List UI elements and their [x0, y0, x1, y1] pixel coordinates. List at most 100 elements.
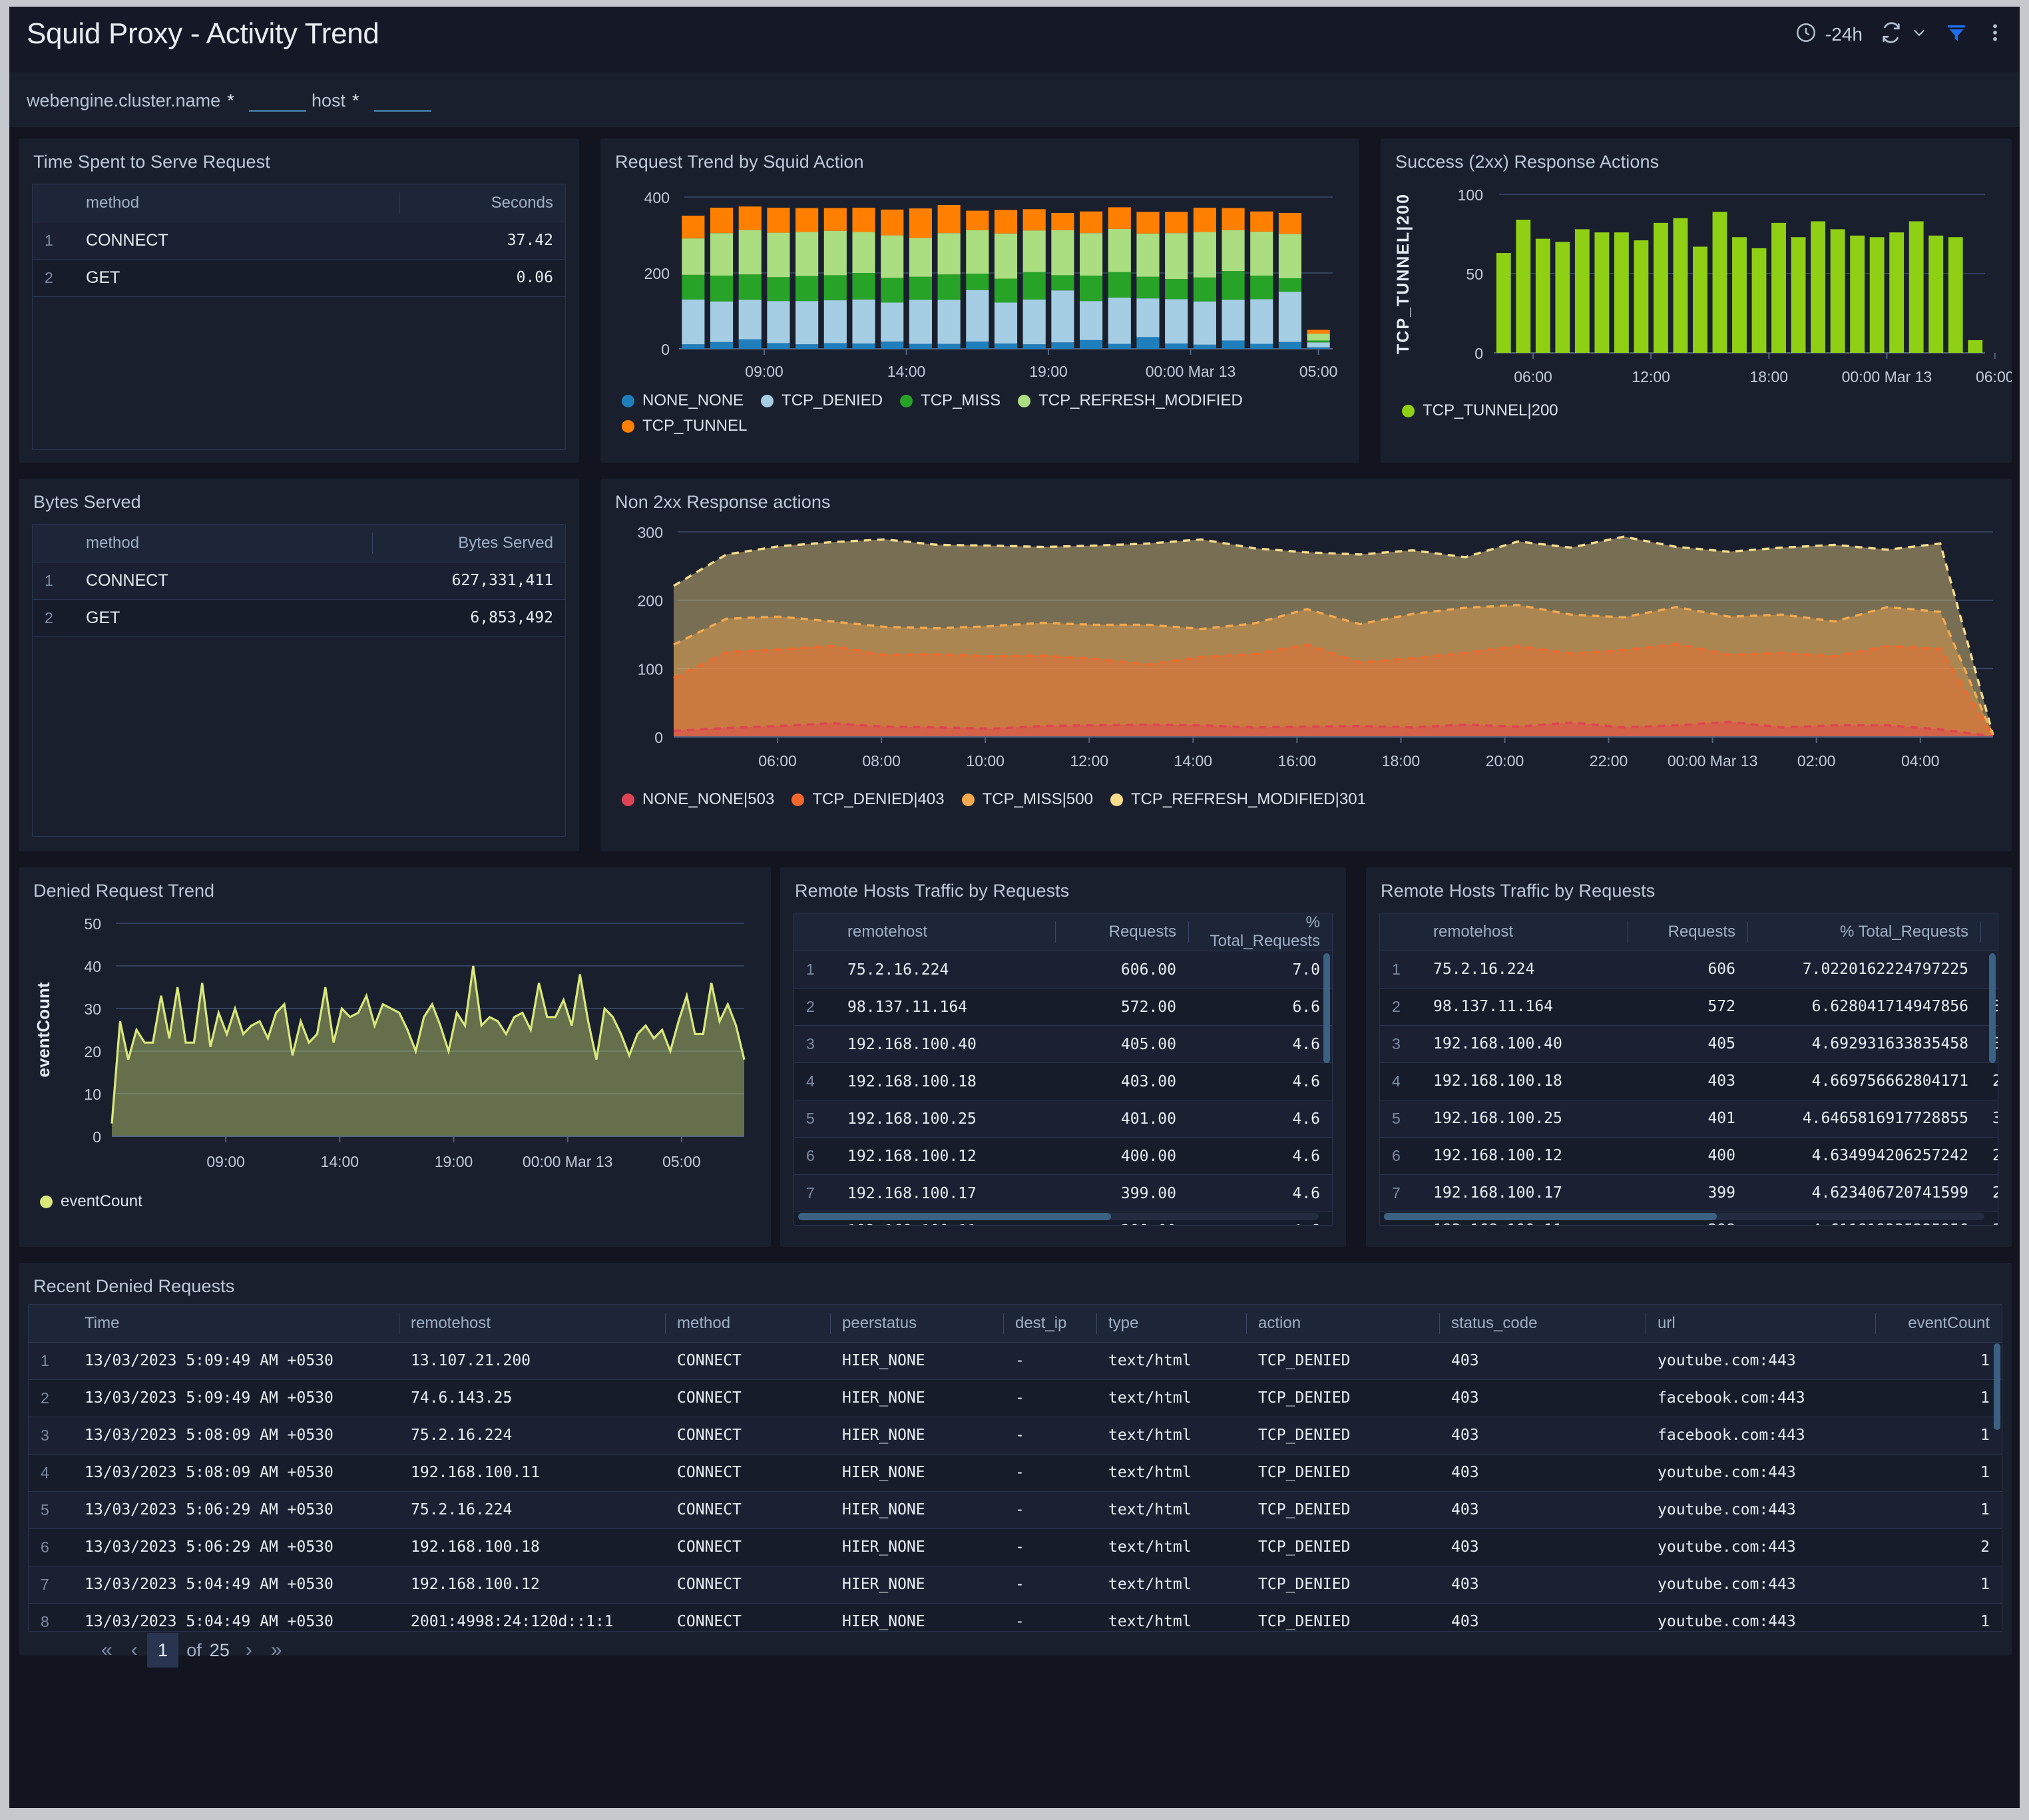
svg-text:00:00 Mar 13: 00:00 Mar 13 — [1146, 363, 1236, 380]
cell-type: text/html — [1096, 1566, 1246, 1604]
filter-cluster-name-input[interactable] — [248, 91, 306, 112]
vertical-scrollbar[interactable] — [1994, 1343, 2000, 1430]
table-row[interactable]: 7192.168.100.173994.62340672074159929 — [1380, 1174, 1998, 1212]
horizontal-scrollbar[interactable] — [1384, 1213, 1717, 1220]
non-2xx-chart[interactable]: 0 100 200 300 06:00 08:00 10:00 12:00 14:00 16:00… — [600, 517, 2012, 784]
legend-item[interactable]: NONE_NONE — [622, 391, 744, 410]
legend-color-dot — [791, 793, 805, 806]
last-page-button[interactable]: » — [262, 1636, 292, 1664]
time-range-button[interactable]: -24h — [1795, 21, 1863, 47]
table-row[interactable]: 2 13/03/2023 5:09:49 AM +0530 74.6.143.25 C… — [29, 1379, 2002, 1417]
legend-item[interactable]: TCP_TUNNEL — [622, 417, 747, 435]
more-options-button[interactable] — [1985, 21, 2005, 47]
column-header-status-code[interactable]: status_code — [1439, 1305, 1646, 1343]
filter-cluster-name[interactable]: webengine.cluster.name * — [27, 91, 306, 112]
table-row[interactable]: 298.137.11.1645726.6280417149478563 — [1380, 988, 1998, 1026]
column-header-url[interactable]: url — [1646, 1305, 1875, 1343]
table-row[interactable]: 2 GET 6,853,492 — [33, 599, 565, 637]
column-header-method[interactable]: method — [74, 184, 399, 222]
cell-action: TCP_DENIED — [1246, 1379, 1439, 1417]
table-row[interactable]: 1 CONNECT 627,331,411 — [33, 562, 565, 600]
column-header-bytes-served[interactable]: Bytes Served — [372, 525, 565, 563]
column-header-method[interactable]: method — [74, 525, 372, 563]
prev-page-button[interactable]: ‹ — [122, 1636, 147, 1664]
table-row[interactable]: 7 13/03/2023 5:04:49 AM +0530 192.168.100.… — [29, 1566, 2002, 1604]
column-header-seconds[interactable]: Seconds — [399, 184, 565, 222]
table-row[interactable]: 6 13/03/2023 5:06:29 AM +0530 192.168.100.… — [29, 1528, 2002, 1566]
cell-time: 13/03/2023 5:09:49 AM +0530 — [73, 1342, 399, 1380]
table-row[interactable]: 2 GET 0.06 — [33, 259, 565, 297]
svg-text:09:00: 09:00 — [206, 1153, 245, 1170]
panel-title: Remote Hosts Traffic by Requests — [795, 881, 1070, 901]
column-header-time[interactable]: Time — [73, 1305, 399, 1343]
vertical-scrollbar[interactable] — [1323, 953, 1330, 1063]
svg-text:05:00: 05:00 — [662, 1153, 701, 1170]
table-row[interactable]: 4 13/03/2023 5:08:09 AM +0530 192.168.100.… — [29, 1454, 2002, 1492]
table-row[interactable]: 3192.168.100.404054.69293163383545839 — [1380, 1025, 1998, 1063]
refresh-button[interactable] — [1880, 21, 1928, 47]
column-header-remotehost[interactable]: remotehost — [1421, 913, 1628, 951]
legend-item[interactable]: TCP_TUNNEL|200 — [1402, 401, 1558, 420]
column-header-pct-total-requests[interactable]: % Total_Requests — [1747, 913, 1980, 951]
legend-item[interactable]: NONE_NONE|503 — [622, 790, 774, 809]
row-index-header — [33, 184, 74, 222]
column-header-pct-total-requests[interactable]: % Total_Requests — [1188, 913, 1332, 951]
total-pages-value: 25 — [209, 1640, 230, 1660]
column-header-overflow[interactable] — [1980, 913, 1998, 951]
row-index: 2 — [33, 599, 74, 637]
column-header-remotehost[interactable]: remotehost — [399, 1305, 665, 1343]
svg-text:30: 30 — [84, 1001, 101, 1018]
legend-item[interactable]: eventCount — [40, 1192, 142, 1211]
column-header-action[interactable]: action — [1246, 1305, 1439, 1343]
table-row[interactable]: 1 75.2.16.224 606.00 7.0 — [794, 951, 1332, 989]
table-row[interactable]: 1 75.2.16.224 606 7.0220162224797225 — [1380, 951, 1998, 989]
next-page-button[interactable]: › — [236, 1636, 262, 1664]
column-header-peerstatus[interactable]: peerstatus — [830, 1305, 1003, 1343]
table-row[interactable]: 4 192.168.100.18 403.00 4.6 — [794, 1062, 1332, 1100]
column-header-requests[interactable]: Requests — [1628, 913, 1747, 951]
cell-requests: 401 — [1628, 1100, 1747, 1138]
legend-item[interactable]: TCP_REFRESH_MODIFIED|301 — [1110, 790, 1366, 809]
vertical-scrollbar[interactable] — [1989, 953, 1996, 1063]
table-row[interactable]: 8 13/03/2023 5:04:49 AM +0530 2001:4998:24… — [29, 1603, 2002, 1631]
cell-action: TCP_DENIED — [1246, 1603, 1439, 1631]
legend-item[interactable]: TCP_REFRESH_MODIFIED — [1018, 391, 1243, 410]
cell-eventcount: 1 — [1875, 1454, 2002, 1492]
table-row[interactable]: 3 192.168.100.40 405.00 4.6 — [794, 1025, 1332, 1063]
column-header-type[interactable]: type — [1096, 1305, 1246, 1343]
row-index: 1 — [33, 562, 74, 600]
legend-item[interactable]: TCP_DENIED — [761, 391, 883, 410]
legend-item[interactable]: TCP_MISS — [900, 391, 1001, 410]
table-row[interactable]: 7 192.168.100.17 399.00 4.6 — [794, 1174, 1332, 1212]
filter-host[interactable]: host * — [312, 91, 431, 112]
svg-text:00:00 Mar 13: 00:00 Mar 13 — [1842, 368, 1932, 385]
column-header-method[interactable]: method — [665, 1305, 830, 1343]
table-row[interactable]: 6192.168.100.124004.63499420625724220 — [1380, 1137, 1998, 1175]
current-page-value[interactable]: 1 — [146, 1633, 179, 1668]
table-row[interactable]: 5192.168.100.254014.646581691772885531 — [1380, 1100, 1998, 1138]
cell-type: text/html — [1096, 1603, 1246, 1631]
first-page-button[interactable]: « — [92, 1636, 122, 1664]
table-row[interactable]: 6 192.168.100.12 400.00 4.6 — [794, 1137, 1332, 1175]
svg-text:14:00: 14:00 — [1174, 752, 1213, 770]
column-header-remotehost[interactable]: remotehost — [835, 913, 1055, 951]
table-row[interactable]: 5 192.168.100.25 401.00 4.6 — [794, 1100, 1332, 1138]
table-row[interactable]: 1 13/03/2023 5:09:49 AM +0530 13.107.21.20… — [29, 1342, 2002, 1380]
horizontal-scrollbar[interactable] — [798, 1213, 1111, 1220]
filter-host-input[interactable] — [373, 91, 431, 112]
success-2xx-chart[interactable]: 0 50 100 TCP_TUNNEL|200 06:00 12:00 18:00 00:00… — [1381, 177, 2014, 397]
table-row[interactable]: 4192.168.100.184034.6697566628041712 — [1380, 1062, 1998, 1100]
table-row[interactable]: 3 13/03/2023 5:08:09 AM +0530 75.2.16.224 C… — [29, 1417, 2002, 1455]
legend-item[interactable]: TCP_DENIED|403 — [791, 790, 945, 809]
table-row[interactable]: 5 13/03/2023 5:06:29 AM +0530 75.2.16.224 C… — [29, 1491, 2002, 1529]
request-trend-chart[interactable]: 0 200 400 09:00 14:00 19:00 00:00 Mar 13 05:00 — [600, 177, 1359, 390]
column-header-requests[interactable]: Requests — [1055, 913, 1188, 951]
legend-item[interactable]: TCP_MISS|500 — [961, 790, 1093, 809]
table-row[interactable]: 2 98.137.11.164 572.00 6.6 — [794, 988, 1332, 1026]
table-row[interactable]: 1 CONNECT 37.42 — [33, 222, 565, 260]
denied-request-trend-chart[interactable]: 0 10 20 30 40 50 eventCount 09:00 14:00 19:00 00:0… — [19, 906, 771, 1186]
time-range-label: -24h — [1825, 23, 1863, 45]
column-header-dest-ip[interactable]: dest_ip — [1003, 1305, 1096, 1343]
column-header-eventcount[interactable]: eventCount — [1875, 1305, 2002, 1343]
filter-button[interactable] — [1945, 21, 1968, 47]
